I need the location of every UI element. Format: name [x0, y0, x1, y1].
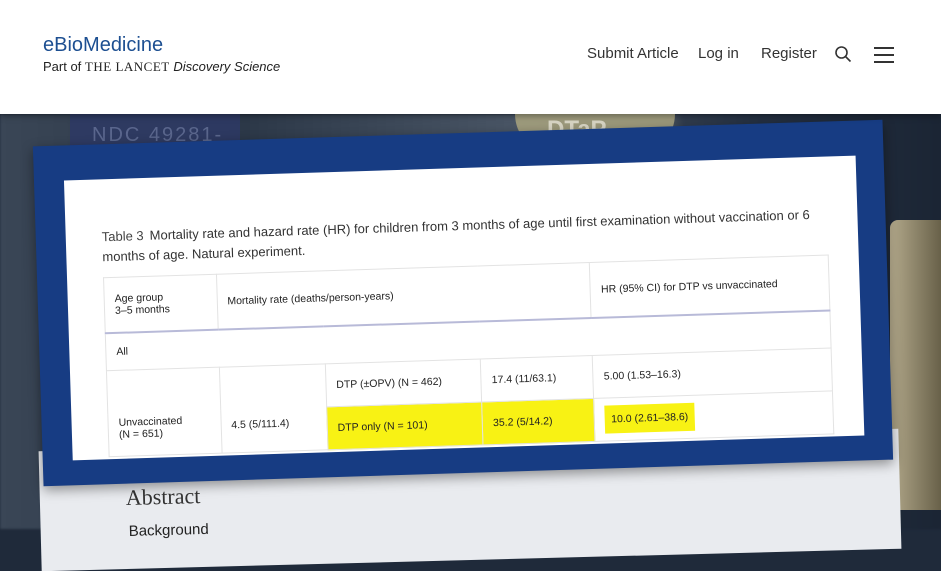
row1-label: DTP (±OPV) (N = 462) [325, 358, 482, 407]
age-group-header: Age group 3–5 months [103, 274, 218, 334]
brand-sub-prefix: Part of [43, 59, 82, 74]
background-heading: Background [128, 520, 209, 540]
site-header: eBioMedicine Part of THE LANCET Discover… [0, 0, 941, 114]
row2-hr-cell: 10.0 (2.61–38.6) [593, 390, 834, 442]
brand-sub-lancet: THE LANCET [84, 59, 170, 74]
brand-subtitle: Part of THE LANCET Discovery Science [43, 59, 280, 75]
register-link[interactable]: Register [761, 45, 817, 62]
hr-header: HR (95% CI) for DTP vs unvaccinated [589, 255, 830, 318]
row1-rate: 17.4 (11/63.1) [480, 355, 594, 402]
row2-hr: 10.0 (2.61–38.6) [604, 402, 695, 434]
row2-rate: 35.2 (5/14.2) [481, 398, 596, 445]
table-sheet: Table 3 Mortality rate and hazard rate (H… [63, 155, 865, 461]
group-rate-cell: 4.5 (5/111.4) [218, 363, 328, 454]
brand-logo[interactable]: eBioMedicine [43, 34, 163, 57]
group-line2: (N = 651) [118, 426, 164, 441]
abstract-heading: Abstract [125, 483, 201, 511]
submit-article-link[interactable]: Submit Article [587, 45, 679, 62]
group-cell: Unvaccinated (N = 651) [106, 367, 222, 457]
table-caption-text: Mortality rate and hazard rate (HR) for … [102, 207, 810, 265]
hamburger-menu-icon[interactable] [874, 47, 894, 63]
login-link[interactable]: Log in [698, 45, 739, 62]
row1-hr: 5.00 (1.53–16.3) [592, 347, 833, 399]
mortality-table: Age group 3–5 months Mortality rate (dea… [103, 254, 834, 457]
brand-sub-suffix: Discovery Science [173, 59, 281, 74]
row2-label: DTP only (N = 101) [326, 401, 484, 450]
table-frame: Table 3 Mortality rate and hazard rate (H… [32, 119, 894, 487]
search-icon[interactable] [834, 45, 852, 63]
table-label: Table 3 [101, 228, 144, 245]
age-group-header-line2: 3–5 months [114, 303, 171, 317]
group-rate: 4.5 (5/111.4) [231, 417, 290, 431]
